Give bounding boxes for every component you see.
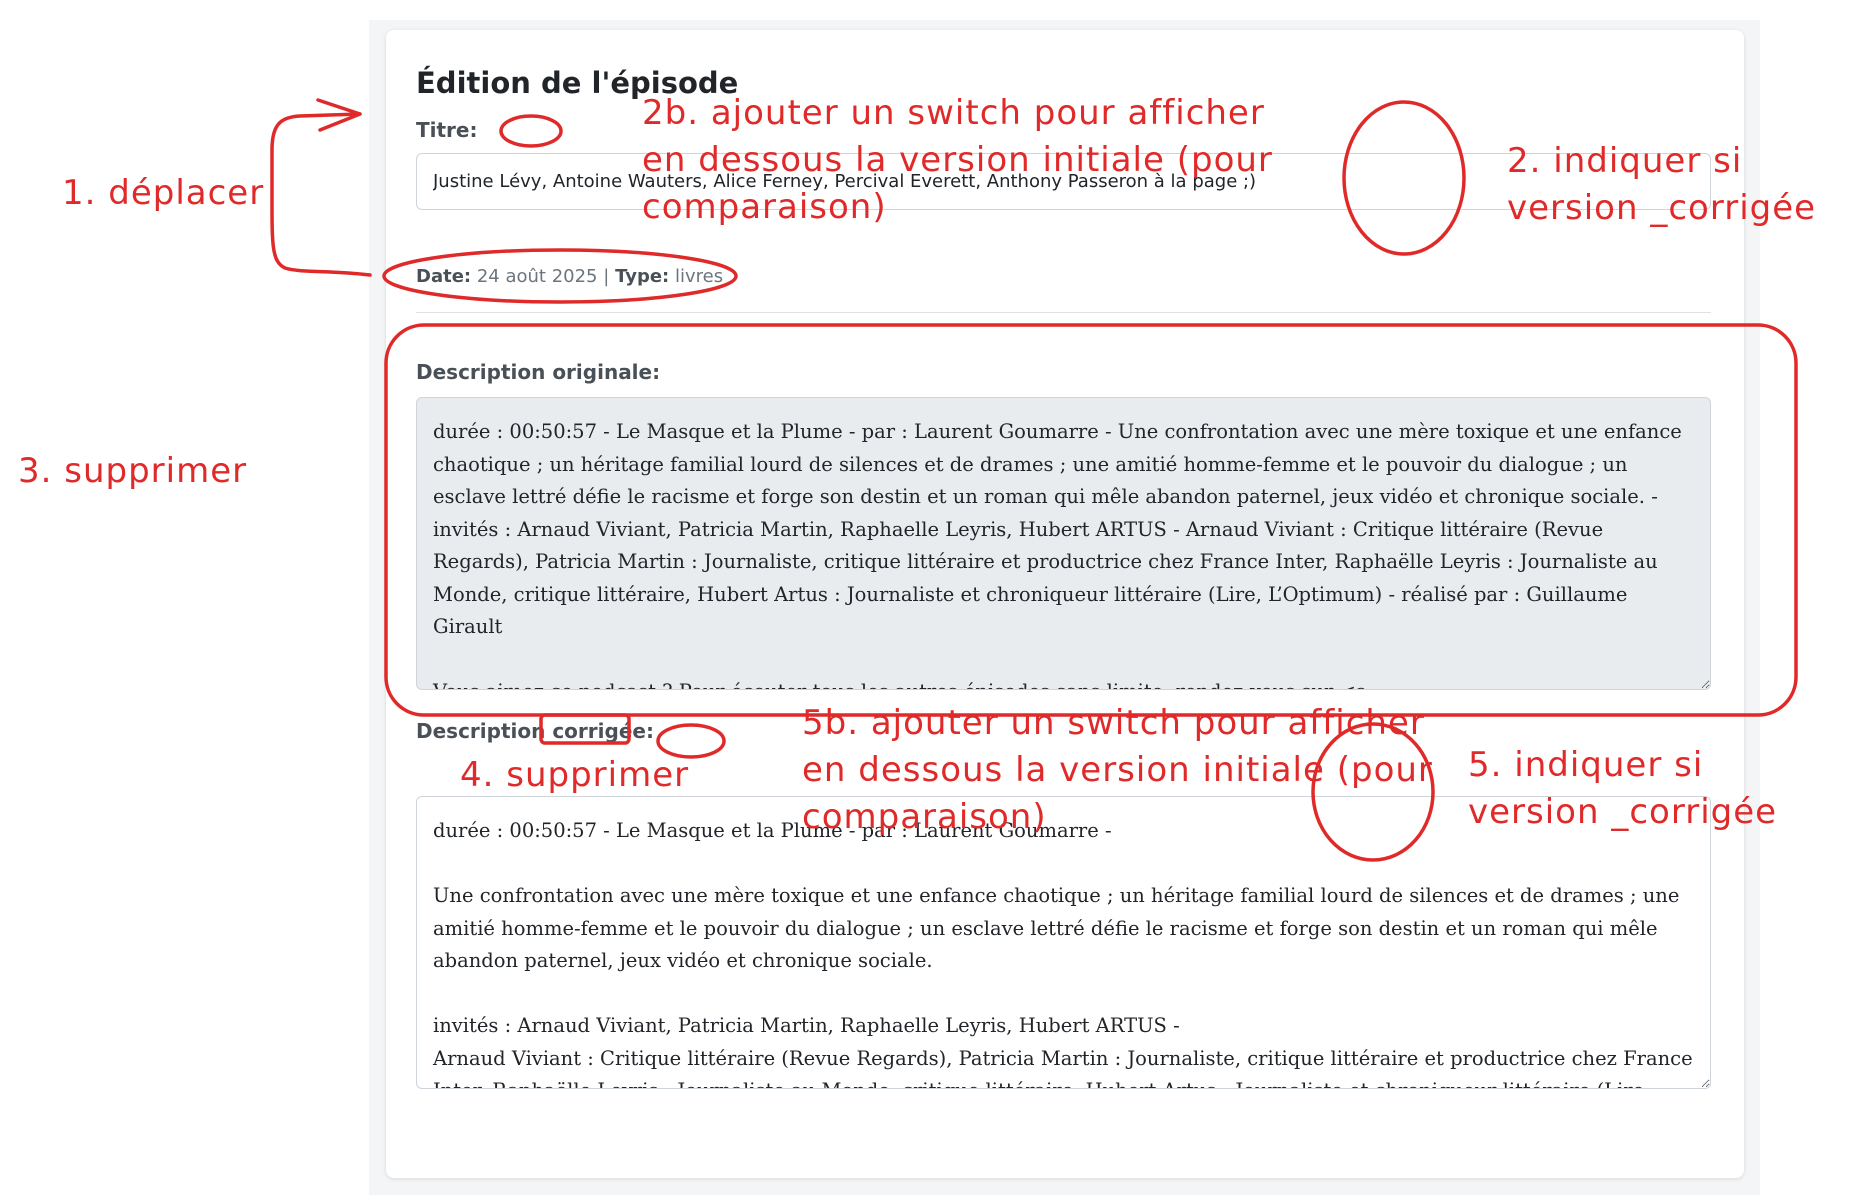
annotation-2b: 2b. ajouter un switch pour afficher en d… <box>642 93 1273 227</box>
original-description-label: Description originale: <box>416 360 661 384</box>
date-value: 24 août 2025 <box>476 266 598 287</box>
original-description-textarea[interactable]: durée : 00:50:57 - Le Masque et la Plume… <box>416 397 1711 690</box>
annotation-5: 5. indiquer si version _corrigée <box>1468 745 1778 832</box>
annotation-1: 1. déplacer <box>62 173 265 213</box>
annotation-4: 4. supprimer <box>460 755 690 795</box>
move-bracket-arrow <box>270 112 372 277</box>
move-arrow-head <box>316 98 362 132</box>
corrected-label-word: corrigée: <box>552 719 654 743</box>
type-label: Type: <box>615 266 670 287</box>
annotation-5b: 5b. ajouter un switch pour afficher en d… <box>802 703 1433 837</box>
corrected-description-label: Description corrigée: <box>416 719 654 743</box>
type-value: livres <box>674 266 724 287</box>
annotation-2: 2. indiquer si version _corrigée <box>1507 141 1817 228</box>
meta-separator: | <box>603 266 610 287</box>
title-label: Titre: <box>416 118 478 142</box>
annotation-3: 3. supprimer <box>18 451 248 491</box>
episode-meta: Date: 24 août 2025 | Type: livres <box>416 266 723 287</box>
corrected-label-prefix: Description <box>416 719 546 743</box>
date-label: Date: <box>416 266 472 287</box>
section-divider <box>416 312 1711 313</box>
